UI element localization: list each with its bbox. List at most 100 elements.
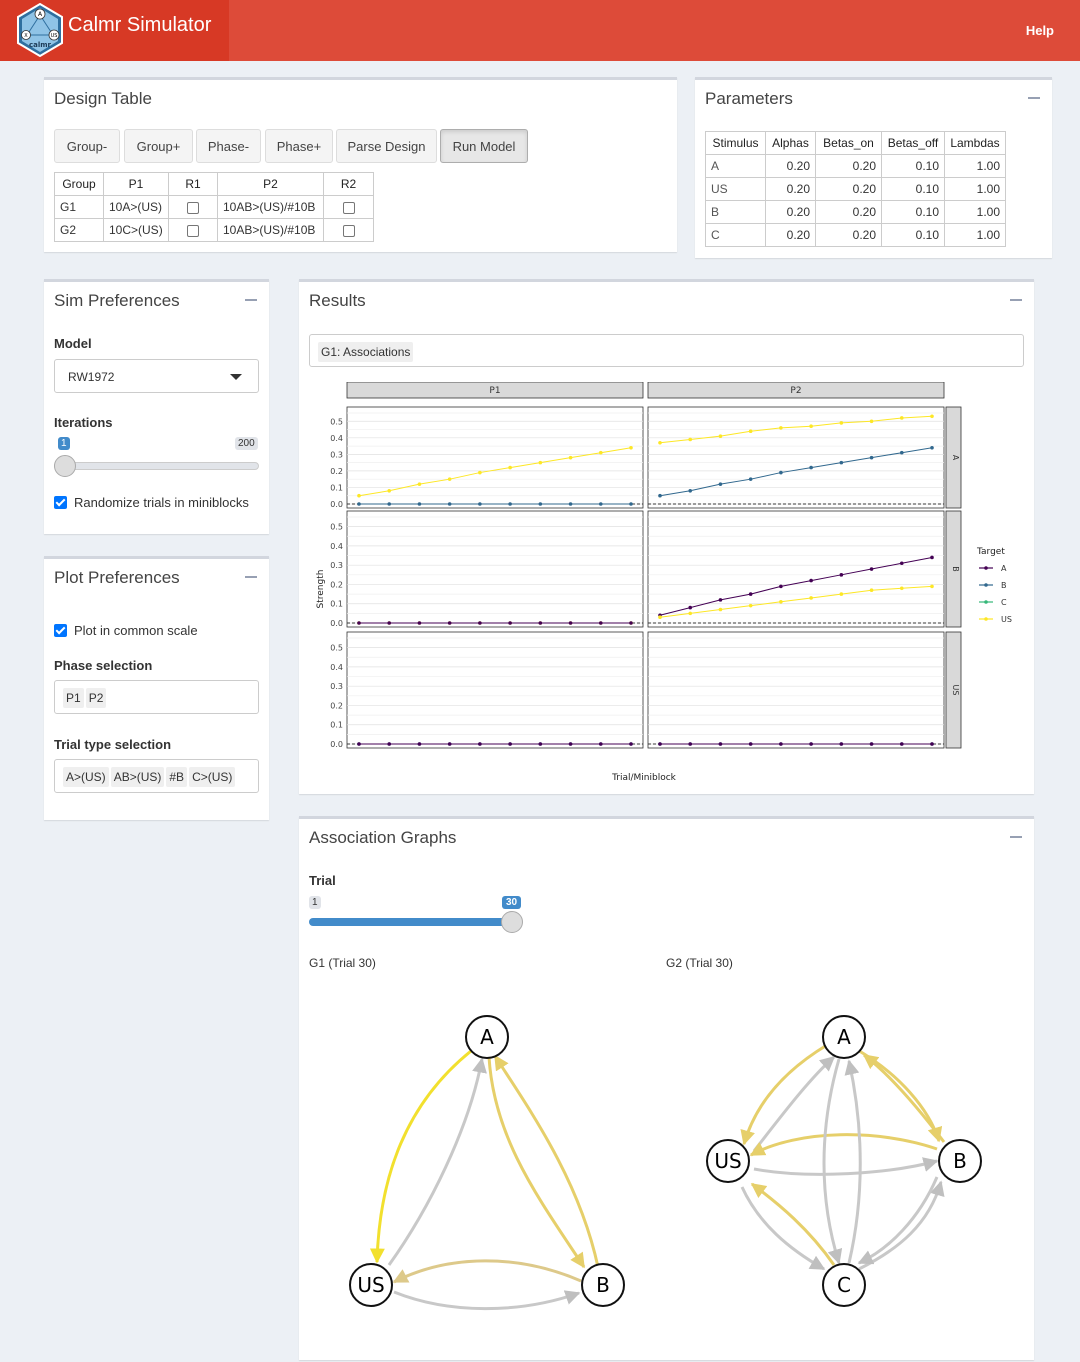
collapse-button[interactable] xyxy=(245,292,257,306)
param-value-cell[interactable]: 0.20 xyxy=(765,200,816,224)
param-stimulus-cell[interactable]: A xyxy=(705,154,766,178)
param-value-cell[interactable]: 0.10 xyxy=(881,154,945,178)
data-point-A xyxy=(478,621,482,625)
data-point-B xyxy=(417,502,422,506)
data-point-A xyxy=(839,742,844,746)
data-point-A xyxy=(508,742,512,746)
cell-group[interactable]: G1 xyxy=(54,195,104,219)
svg-text:B: B xyxy=(596,1273,610,1297)
phase-minus-button[interactable]: Phase- xyxy=(196,129,261,163)
data-point-B xyxy=(387,502,392,506)
param-value-cell[interactable]: 1.00 xyxy=(944,177,1006,201)
param-value-cell[interactable]: 1.00 xyxy=(944,223,1006,247)
phase-selection-input[interactable]: P1 P2 xyxy=(54,680,259,714)
facet-row-label: B xyxy=(951,566,960,572)
trial-type-tag[interactable]: A>(US) xyxy=(63,767,109,787)
table-row: C 0.20 0.20 0.10 1.00 xyxy=(705,223,1006,247)
cell-p1[interactable]: 10A>(US) xyxy=(103,195,169,219)
panel-B-P2 xyxy=(647,510,945,628)
data-point-US xyxy=(930,584,934,589)
logo-node-x: X xyxy=(24,33,28,39)
run-model-button[interactable]: Run Model xyxy=(440,129,528,163)
param-value-cell[interactable]: 1.00 xyxy=(944,200,1006,224)
trial-type-tag[interactable]: AB>(US) xyxy=(110,767,165,787)
legend-label-B: B xyxy=(1001,581,1007,590)
collapse-button[interactable] xyxy=(1010,829,1022,843)
iterations-slider-handle[interactable] xyxy=(54,455,76,477)
data-point-A xyxy=(538,742,543,746)
group-plus-button[interactable]: Group+ xyxy=(124,129,193,163)
phase-tag[interactable]: P2 xyxy=(85,688,107,708)
trial-type-tag[interactable]: #B xyxy=(166,767,188,787)
data-point-B xyxy=(658,493,662,498)
help-link[interactable]: Help xyxy=(1026,23,1054,38)
param-stimulus-cell[interactable]: B xyxy=(705,200,766,224)
app-title: Calmr Simulator xyxy=(68,14,212,36)
r2-checkbox[interactable] xyxy=(342,201,355,214)
data-point-A xyxy=(598,621,603,625)
data-point-A xyxy=(447,621,452,625)
data-point-US xyxy=(718,434,723,438)
legend-label-A: A xyxy=(1001,564,1007,573)
data-point-US xyxy=(899,586,904,591)
logo-node-us: US xyxy=(51,33,58,39)
param-value-cell[interactable]: 0.10 xyxy=(881,177,945,201)
results-selected-tag[interactable]: G1: Associations xyxy=(318,342,414,362)
y-tick-label: 0.5 xyxy=(330,644,343,653)
iterations-slider-track[interactable] xyxy=(54,462,259,470)
data-point-B xyxy=(899,450,904,455)
collapse-button[interactable] xyxy=(245,569,257,583)
param-value-cell[interactable]: 0.20 xyxy=(815,200,882,224)
results-selector[interactable]: G1: Associations xyxy=(309,334,1024,367)
model-select[interactable]: RW1972 xyxy=(54,359,259,393)
parse-design-button[interactable]: Parse Design xyxy=(336,129,437,163)
trial-slider-handle[interactable] xyxy=(501,911,523,933)
randomize-label: Randomize trials in miniblocks xyxy=(74,495,249,510)
param-value-cell[interactable]: 0.20 xyxy=(765,154,816,178)
r2-checkbox[interactable] xyxy=(342,224,355,237)
parameters-box: Parameters Stimulus Alphas Betas_on Beta… xyxy=(695,77,1052,258)
g2-graph-title: G2 (Trial 30) xyxy=(666,956,733,970)
svg-text:A: A xyxy=(480,1025,494,1049)
param-value-cell[interactable]: 0.20 xyxy=(765,223,816,247)
cell-p1[interactable]: 10C>(US) xyxy=(103,218,169,242)
node-us: US xyxy=(706,1139,750,1183)
data-point-B xyxy=(538,502,543,506)
cell-group[interactable]: G2 xyxy=(54,218,104,242)
phase-tag[interactable]: P1 xyxy=(63,688,84,708)
cell-p2[interactable]: 10AB>(US)/#10B xyxy=(217,195,324,219)
phase-plus-button[interactable]: Phase+ xyxy=(265,129,333,163)
parameters-table: Stimulus Alphas Betas_on Betas_off Lambd… xyxy=(705,131,1006,247)
cell-p2[interactable]: 10AB>(US)/#10B xyxy=(217,218,324,242)
svg-text:A: A xyxy=(837,1025,851,1049)
param-value-cell[interactable]: 0.10 xyxy=(881,200,945,224)
legend-dot-US xyxy=(984,617,988,621)
group-minus-button[interactable]: Group- xyxy=(54,129,120,163)
collapse-button[interactable] xyxy=(1028,90,1040,104)
param-value-cell[interactable]: 0.20 xyxy=(815,154,882,178)
r1-checkbox[interactable] xyxy=(187,201,199,214)
association-graphs-title: Association Graphs xyxy=(309,828,457,847)
param-stimulus-cell[interactable]: US xyxy=(705,177,766,201)
brand[interactable]: A X US calmr Calmr Simulator xyxy=(0,0,229,61)
trial-type-tag[interactable]: C>(US) xyxy=(189,767,236,787)
data-point-A xyxy=(688,605,693,610)
data-point-A xyxy=(598,742,603,746)
param-value-cell[interactable]: 0.10 xyxy=(881,223,945,247)
common-scale-checkbox[interactable] xyxy=(54,624,67,637)
param-value-cell[interactable]: 0.20 xyxy=(815,223,882,247)
y-tick-label: 0.3 xyxy=(330,450,343,459)
trial-slider-track[interactable] xyxy=(309,918,514,926)
data-point-B xyxy=(568,502,573,506)
collapse-button[interactable] xyxy=(1010,292,1022,306)
param-value-cell[interactable]: 1.00 xyxy=(944,154,1006,178)
randomize-checkbox[interactable] xyxy=(54,496,67,509)
table-row: G1 10A>(US) 10AB>(US)/#10B xyxy=(54,195,374,219)
r1-checkbox[interactable] xyxy=(187,224,199,237)
data-point-B xyxy=(930,445,934,450)
param-stimulus-cell[interactable]: C xyxy=(705,223,766,247)
trial-type-input[interactable]: A>(US) AB>(US) #B C>(US) xyxy=(54,759,259,793)
param-value-cell[interactable]: 0.20 xyxy=(815,177,882,201)
param-value-cell[interactable]: 0.20 xyxy=(765,177,816,201)
data-point-US xyxy=(357,493,361,498)
